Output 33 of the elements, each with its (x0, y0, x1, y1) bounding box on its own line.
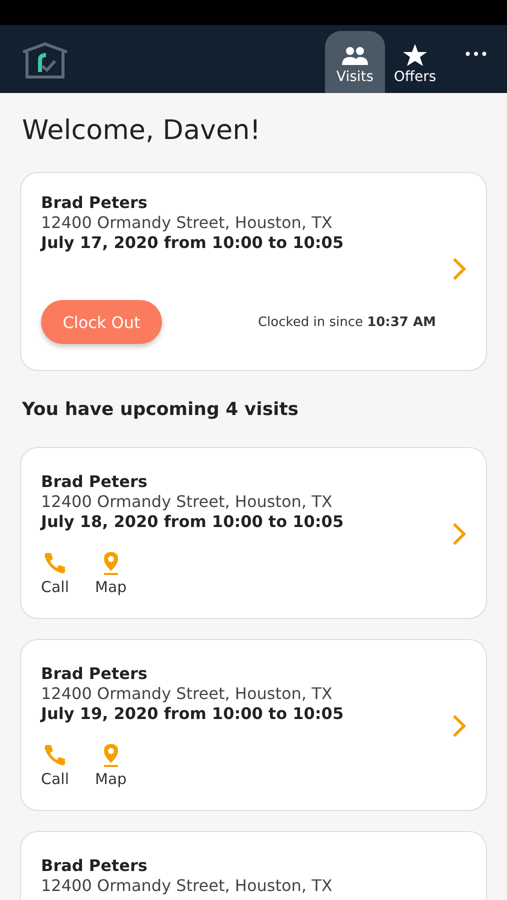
more-button[interactable]: ••• (445, 31, 507, 93)
star-icon (403, 44, 427, 66)
chevron-right-icon[interactable] (452, 522, 466, 546)
visit-date: July 17, 2020 from 10:00 to 10:05 (41, 233, 345, 252)
client-name: Brad Peters (41, 856, 148, 875)
map-button[interactable]: Map (95, 743, 127, 788)
clocked-in-text: Clocked in since 10:37 AM (258, 314, 436, 330)
nav-tab[interactable]: Visits (325, 31, 385, 93)
client-name: Brad Peters (41, 193, 148, 212)
visit-card[interactable]: Brad Peters 12400 Ormandy Street, Houston, TX July 18, 2020 from 10:00 to 10:05 Call Map (20, 447, 487, 619)
address-text: 12400 Ormandy Street, Houston, TX (41, 213, 334, 232)
visit-card[interactable]: Brad Peters 12400 Ormandy Street, Houston, TX July 17, 2020 from 10:00 to 10:05 Clock Out Clocked in since 10:37 AM (20, 172, 487, 371)
visit-date: July 19, 2020 from 10:00 to 10:05 (41, 704, 345, 723)
client-name: Brad Peters (41, 472, 148, 491)
visit-card[interactable]: Brad Peters 12400 Ormandy Street, Houston, TX July 19, 2020 from 10:00 to 10:05 Call Map (20, 639, 487, 811)
nav-tab[interactable]: Offers (385, 31, 445, 93)
phone-icon (43, 743, 67, 767)
address-text: 12400 Ormandy Street, Houston, TX (41, 876, 334, 895)
welcome-heading: Welcome, Daven! (22, 115, 262, 146)
people-icon (342, 46, 368, 66)
phone-icon (43, 551, 67, 575)
address-text: 12400 Ormandy Street, Houston, TX (41, 492, 334, 511)
visit-date: July 18, 2020 from 10:00 to 10:05 (41, 512, 345, 531)
chevron-right-icon[interactable] (452, 714, 466, 738)
chevron-right-icon[interactable] (452, 256, 466, 280)
upcoming-heading: You have upcoming 4 visits (22, 399, 300, 420)
house-logo-icon (20, 42, 70, 80)
visit-card[interactable]: Brad Peters 12400 Ormandy Street, Houston, TX (20, 831, 487, 900)
call-button[interactable]: Call (41, 743, 70, 788)
map-button[interactable]: Map (95, 551, 127, 596)
address-text: 12400 Ormandy Street, Houston, TX (41, 684, 334, 703)
client-name: Brad Peters (41, 664, 148, 683)
call-button[interactable]: Call (41, 551, 70, 596)
